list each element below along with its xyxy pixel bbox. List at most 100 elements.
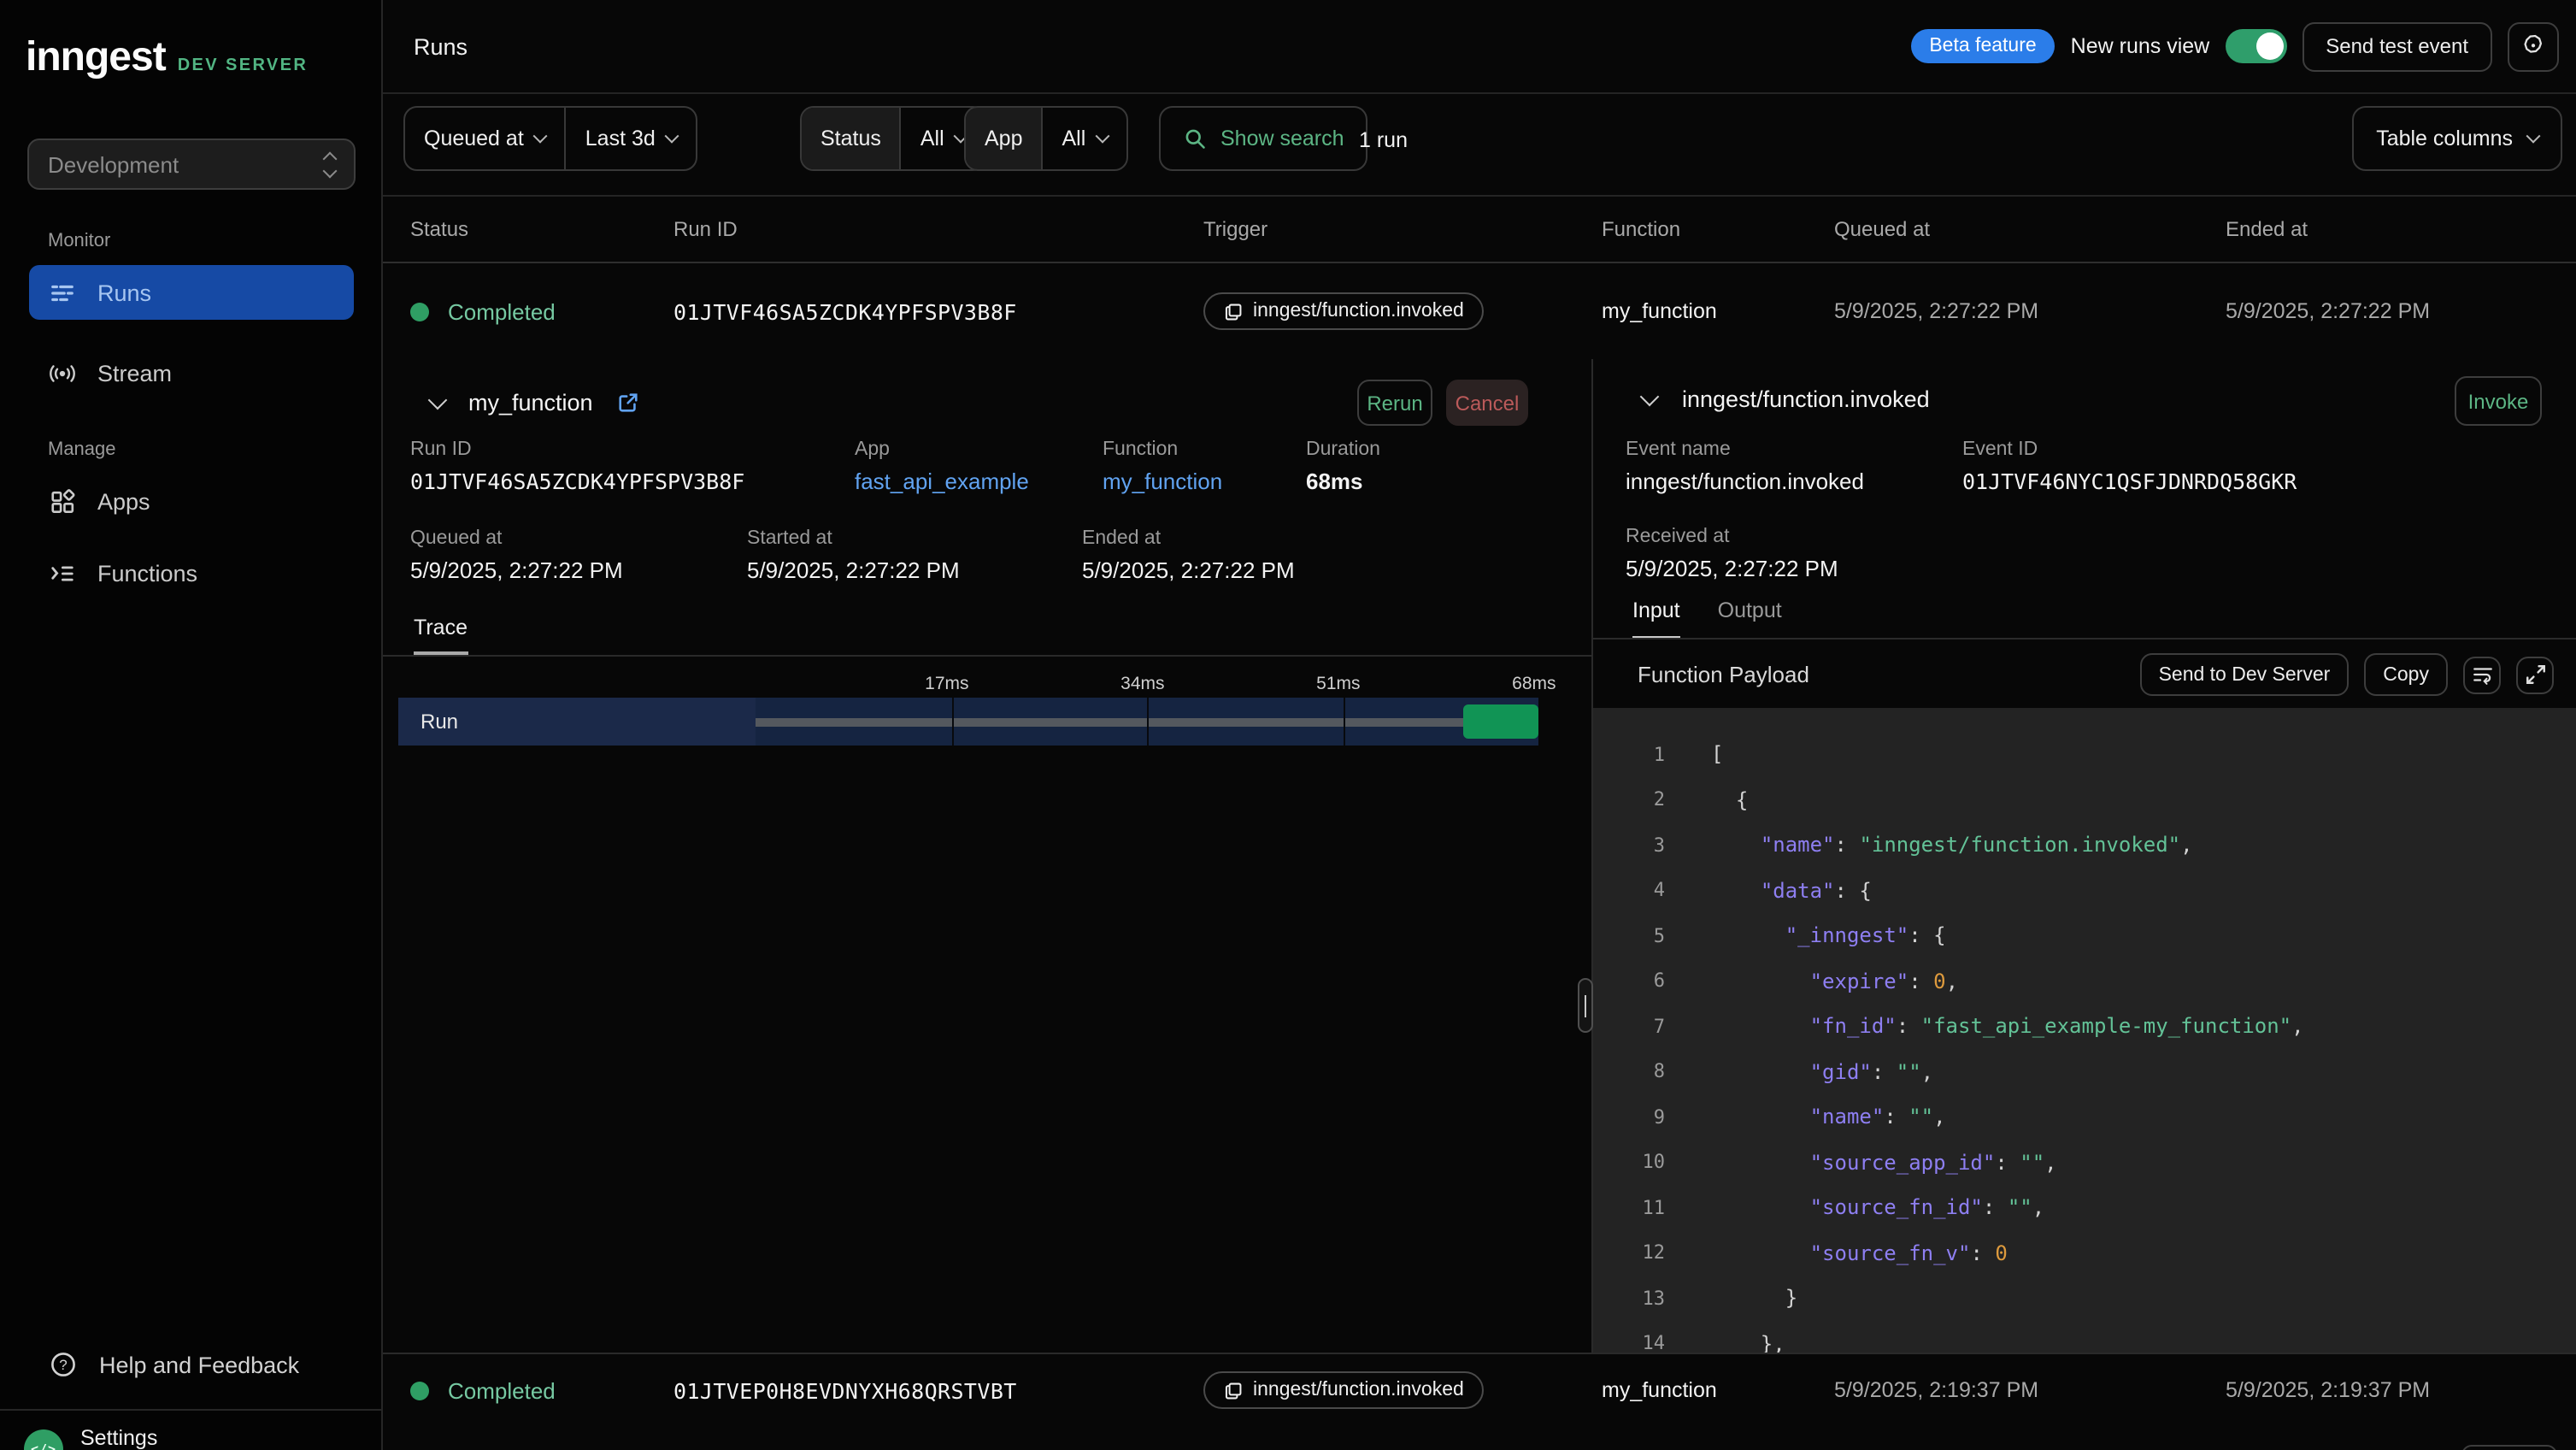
send-to-dev-server-button[interactable]: Send to Dev Server <box>2140 653 2350 696</box>
line-number: 4 <box>1593 880 1665 902</box>
collapse-chevron-icon[interactable] <box>1640 386 1660 406</box>
trace-gridline <box>1343 698 1344 746</box>
code-line: 6 "expire": 0, <box>1593 958 2576 1004</box>
help-and-feedback[interactable]: ? Help and Feedback <box>29 1337 354 1392</box>
copy-button[interactable]: Copy <box>2364 653 2448 696</box>
cancel-button[interactable]: Cancel <box>1446 380 1528 426</box>
event-window-icon <box>1224 1381 1243 1400</box>
word-wrap-button[interactable] <box>2463 656 2501 693</box>
line-number: 8 <box>1593 1061 1665 1083</box>
settings-button[interactable]: </> Settings Dev Server <box>24 1426 174 1450</box>
sidebar-item-apps[interactable]: Apps <box>29 474 354 528</box>
field-duration: Duration 68ms <box>1306 439 1380 494</box>
new-runs-view-toggle[interactable] <box>2225 29 2286 63</box>
chevron-down-icon <box>1096 129 1110 144</box>
ended-at-value: 5/9/2025, 2:19:37 PM <box>2226 1378 2549 1402</box>
sidebar-section-manage: Manage <box>48 439 116 460</box>
divider <box>383 655 1591 657</box>
sidebar-item-label: Stream <box>97 360 172 386</box>
run-count: 1 run <box>1359 128 1408 152</box>
collapse-chevron-icon[interactable] <box>428 390 448 410</box>
trace-run-segment[interactable] <box>1464 704 1538 739</box>
status-value: Completed <box>448 1377 556 1403</box>
table-columns-button[interactable]: Table columns <box>2352 106 2562 171</box>
sidebar-item-runs[interactable]: Runs <box>29 265 354 320</box>
sidebar-section-monitor: Monitor <box>48 231 110 251</box>
show-search-button[interactable]: Show search <box>1159 106 1368 171</box>
sidebar-item-functions[interactable]: Functions <box>29 545 354 600</box>
settings-gear-button[interactable] <box>2508 21 2559 71</box>
trigger-pill[interactable]: inngest/function.invoked <box>1203 292 1485 330</box>
help-label: Help and Feedback <box>99 1352 299 1377</box>
runs-icon <box>50 280 75 305</box>
field-run-id: Run ID 01JTVF46SA5ZCDK4YPFSPV3B8F <box>410 439 838 494</box>
tab-output[interactable]: Output <box>1718 598 1782 640</box>
app-filter-dropdown[interactable]: All <box>1042 108 1127 169</box>
invoke-button[interactable]: Invoke <box>2455 376 2542 426</box>
sidebar-item-label: Apps <box>97 488 150 514</box>
payload-code-editor[interactable]: 1[2 {3 "name": "inngest/function.invoked… <box>1593 708 2576 1353</box>
partial-button[interactable] <box>2461 1445 2557 1450</box>
panel-resize-handle[interactable] <box>1578 978 1593 1033</box>
status-value: Completed <box>448 298 556 324</box>
trace-gridline <box>1147 698 1149 746</box>
trigger-name: inngest/function.invoked <box>1253 301 1464 321</box>
table-row[interactable]: Completed 01JTVF46SA5ZCDK4YPFSPV3B8F inn… <box>383 263 2576 359</box>
logo: inngest DEV SERVER <box>26 34 308 82</box>
trigger-name: inngest/function.invoked <box>1253 1380 1464 1400</box>
chevron-down-icon <box>2526 129 2541 144</box>
field-event-id: Event ID 01JTVF46NYC1QSFJDNRDQ58GKR <box>1962 439 2297 494</box>
send-test-event-button[interactable]: Send test event <box>2302 21 2492 71</box>
tab-input[interactable]: Input <box>1632 598 1680 640</box>
trigger-pill[interactable]: inngest/function.invoked <box>1203 1371 1485 1409</box>
field-function: Function my_function <box>1103 439 1222 494</box>
app-window: inngest DEV SERVER Development Monitor R… <box>0 0 2576 1450</box>
function-name: my_function <box>1602 299 1834 323</box>
line-number: 6 <box>1593 970 1665 993</box>
ended-at-value: 5/9/2025, 2:27:22 PM <box>2226 299 2549 323</box>
page-title: Runs <box>414 33 468 59</box>
status-dot <box>410 302 429 321</box>
code-line: 8 "gid": "", <box>1593 1049 2576 1094</box>
environment-select[interactable]: Development <box>27 139 356 190</box>
line-number: 13 <box>1593 1288 1665 1310</box>
line-number: 9 <box>1593 1106 1665 1129</box>
gear-icon <box>2520 32 2547 60</box>
code-line: 14 }, <box>1593 1321 2576 1353</box>
app-filter-label: App <box>966 108 1042 169</box>
field-ended-at: Ended at 5/9/2025, 2:27:22 PM <box>1082 528 1295 583</box>
sidebar-item-stream[interactable]: Stream <box>29 345 354 400</box>
field-started-at: Started at 5/9/2025, 2:27:22 PM <box>747 528 960 583</box>
trace-axis-ticks: 17ms34ms51ms68ms <box>756 674 1538 694</box>
function-link[interactable]: my_function <box>1103 469 1222 494</box>
app-filter-group: App All <box>964 106 1128 171</box>
code-line: 1[ <box>1593 732 2576 777</box>
table-row[interactable]: Completed 01JTVEP0H8EVDNYXH68QRSTVBT inn… <box>383 1353 2576 1426</box>
app-link[interactable]: fast_api_example <box>855 469 1029 494</box>
tab-trace[interactable]: Trace <box>414 616 468 655</box>
environment-select-value: Development <box>48 151 179 177</box>
time-range-dropdown[interactable]: Last 3d <box>565 108 697 169</box>
logo-text: inngest <box>26 34 166 82</box>
payload-header: Function Payload Send to Dev Server Copy <box>1593 640 2576 708</box>
line-number: 10 <box>1593 1152 1665 1174</box>
queued-at-dropdown[interactable]: Queued at <box>405 108 565 169</box>
svg-text:?: ? <box>59 1357 67 1373</box>
trace-tick-label: 17ms <box>925 674 968 694</box>
bottom-strip <box>383 1426 2576 1450</box>
code-line: 11 "source_fn_id": "", <box>1593 1185 2576 1230</box>
status-dot <box>410 1381 429 1400</box>
event-detail-panel: inngest/function.invoked Invoke Event na… <box>1591 359 2576 1353</box>
run-id: 01JTVF46SA5ZCDK4YPFSPV3B8F <box>673 298 1203 324</box>
run-detail-left: my_function Rerun Cancel Run ID 01JTVF46… <box>383 359 1591 1353</box>
status-filter-value: All <box>920 127 944 150</box>
external-link-icon[interactable] <box>617 392 639 414</box>
trace-run-row[interactable]: Run <box>398 698 1538 746</box>
code-line: 9 "name": "", <box>1593 1094 2576 1140</box>
settings-title: Settings <box>80 1426 174 1450</box>
trace-tick-label: 68ms <box>1512 674 1556 694</box>
rerun-button[interactable]: Rerun <box>1357 380 1432 426</box>
expand-button[interactable] <box>2516 656 2554 693</box>
search-icon <box>1183 127 1207 150</box>
trace-tick-label: 51ms <box>1316 674 1360 694</box>
